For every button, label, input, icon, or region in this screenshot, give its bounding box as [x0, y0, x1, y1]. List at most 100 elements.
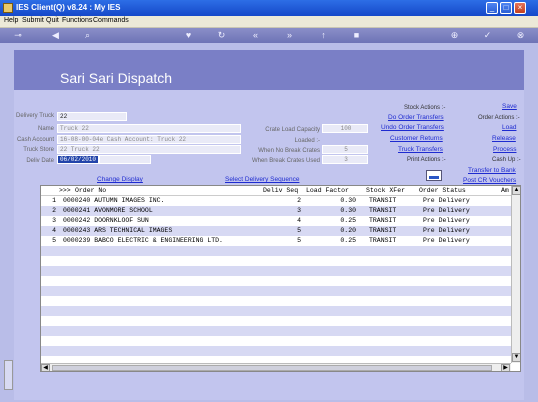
stop-icon[interactable]: ■	[351, 30, 362, 41]
menu-bar: Help Submit Quit Functions Commands	[0, 16, 538, 28]
row-number: 1	[52, 197, 56, 204]
row-number: 2	[52, 207, 56, 214]
horizontal-scrollbar[interactable]: ◀ ▶	[41, 363, 511, 371]
deliv-seq-cell: 3	[297, 207, 301, 214]
print-actions-header: Print Actions :-	[407, 157, 446, 163]
select-delivery-sequence-link[interactable]: Select Delivery Sequence	[225, 176, 299, 183]
print-icon[interactable]	[426, 170, 442, 181]
stock-xfer-cell: TRANSIT	[369, 237, 397, 244]
table-row[interactable]: 2 0000241 AVONMORE SCHOOL 3 0.30 TRANSIT…	[41, 206, 511, 216]
col-stock-xfer[interactable]: Stock XFer	[366, 187, 405, 194]
scroll-down-icon[interactable]: ▼	[512, 353, 520, 362]
orders-grid[interactable]: >>> Order No Deliv Seq Load Factor Stock…	[40, 185, 521, 372]
cash-account-label: Cash Account	[16, 137, 54, 143]
cash-up-header: Cash Up :-	[492, 157, 521, 163]
empty-row	[41, 246, 511, 256]
vertical-scrollbar[interactable]: ▲ ▼	[511, 186, 520, 363]
order-status-cell: Pre Delivery	[423, 217, 470, 224]
change-display-link[interactable]: Change Display	[97, 176, 143, 183]
name-field[interactable]: Truck 22	[57, 124, 241, 133]
key-icon[interactable]: ⊸	[8, 30, 28, 41]
scroll-left-icon[interactable]: ◀	[41, 364, 50, 371]
col-load-factor[interactable]: Load Factor	[306, 187, 349, 194]
scroll-up-icon[interactable]: ▲	[512, 186, 520, 195]
col-order-no[interactable]: Order No	[75, 187, 106, 194]
order-cell: 0000239 BABCO ELECTRIC & ENGINEERING LTD…	[63, 237, 223, 244]
deliv-seq-cell: 5	[297, 227, 301, 234]
menu-commands[interactable]: Commands	[93, 17, 129, 24]
deliv-date-extra	[99, 155, 151, 164]
deliv-seq-cell: 5	[297, 237, 301, 244]
load-factor-cell: 0.25	[340, 217, 356, 224]
transfer-to-bank-link[interactable]: Transfer to Bank	[468, 167, 516, 174]
release-link[interactable]: Release	[492, 135, 516, 142]
scroll-right-icon[interactable]: ▶	[501, 364, 510, 371]
deliv-seq-cell: 4	[297, 217, 301, 224]
left-margin	[0, 43, 14, 402]
order-status-cell: Pre Delivery	[423, 207, 470, 214]
refresh-icon[interactable]: ↻	[216, 30, 227, 41]
save-link[interactable]: Save	[502, 103, 517, 110]
col-deliv-seq[interactable]: Deliv Seq	[263, 187, 298, 194]
page-title: Sari Sari Dispatch	[60, 70, 173, 86]
delivery-truck-field[interactable]: 22	[57, 112, 127, 121]
load-factor-cell: 0.25	[340, 237, 356, 244]
table-row[interactable]: 5 0000239 BABCO ELECTRIC & ENGINEERING L…	[41, 236, 511, 246]
deliv-date-field[interactable]: 06/02/2010	[57, 155, 99, 164]
menu-functions[interactable]: Functions	[62, 17, 92, 24]
menu-help[interactable]: Help	[4, 17, 18, 24]
customer-returns-link[interactable]: Customer Returns	[390, 135, 443, 142]
table-row[interactable]: 3 0000242 DOORNKLOOF SUN 4 0.25 TRANSIT …	[41, 216, 511, 226]
truck-store-field[interactable]: 22 Truck 22	[57, 145, 241, 154]
page-banner: Sari Sari Dispatch	[14, 50, 524, 90]
up-icon[interactable]: ↑	[318, 30, 329, 41]
when-break-crates-used-field[interactable]: 3	[322, 155, 368, 164]
order-status-cell: Pre Delivery	[423, 227, 470, 234]
order-cell: 0000240 AUTUMN IMAGES INC.	[63, 197, 165, 204]
load-link[interactable]: Load	[502, 124, 516, 131]
empty-row	[41, 296, 511, 306]
add-icon[interactable]: ⊕	[449, 30, 460, 41]
stock-xfer-cell: TRANSIT	[369, 227, 397, 234]
order-cell: 0000242 DOORNKLOOF SUN	[63, 217, 149, 224]
search-icon[interactable]: ⌕	[82, 30, 93, 41]
deliv-seq-cell: 2	[297, 197, 301, 204]
do-order-transfers-link[interactable]: Do Order Transfers	[388, 114, 444, 121]
rewind-icon[interactable]: «	[250, 30, 261, 41]
undo-order-transfers-link[interactable]: Undo Order Transfers	[381, 124, 444, 131]
table-row[interactable]: 1 0000240 AUTUMN IMAGES INC. 2 0.30 TRAN…	[41, 196, 511, 206]
col-am[interactable]: Am	[501, 187, 509, 194]
window-title: IES Client(Q) v8.24 : My IES	[16, 3, 121, 12]
stock-xfer-cell: TRANSIT	[369, 217, 397, 224]
name-label: Name	[37, 126, 54, 132]
close-icon[interactable]: ⊗	[515, 30, 526, 41]
scroll-thumb[interactable]	[52, 365, 492, 371]
post-cr-vouchers-link[interactable]: Post CR Vouchers	[463, 177, 516, 184]
fast-forward-icon[interactable]: »	[284, 30, 295, 41]
menu-submit[interactable]: Submit	[22, 17, 44, 24]
crate-load-capacity-field[interactable]: 100	[322, 124, 368, 133]
when-no-break-crates-field[interactable]: 5	[322, 145, 368, 154]
right-margin	[524, 43, 538, 402]
cash-account-field[interactable]: 16-08-00-04e Cash Account: Truck 22	[57, 135, 241, 144]
process-link[interactable]: Process	[493, 146, 516, 153]
heart-icon[interactable]: ♥	[183, 30, 194, 41]
table-row[interactable]: 4 0000243 ARS TECHNICAL IMAGES 5 0.20 TR…	[41, 226, 511, 236]
empty-row	[41, 306, 511, 316]
close-window-button[interactable]: ×	[514, 2, 526, 14]
maximize-button[interactable]: □	[500, 2, 512, 14]
crate-load-capacity-label: Crate Load Capacity	[265, 127, 320, 133]
row-number: 4	[52, 227, 56, 234]
check-icon[interactable]: ✓	[482, 30, 493, 41]
empty-row	[41, 326, 511, 336]
side-tab[interactable]	[4, 360, 13, 390]
truck-transfers-link[interactable]: Truck Transfers	[398, 146, 443, 153]
arrow-left-icon[interactable]: ◀	[50, 30, 61, 41]
minimize-button[interactable]: _	[486, 2, 498, 14]
col-marker: >>>	[59, 187, 71, 194]
menu-quit[interactable]: Quit	[46, 17, 59, 24]
empty-row	[41, 336, 511, 346]
load-factor-cell: 0.20	[340, 227, 356, 234]
toolbar: ⊸ ◀ ⌕ ♥ ↻ « » ↑ ■ ⊕ ✓ ⊗	[0, 28, 538, 43]
col-order-status[interactable]: Order Status	[419, 187, 466, 194]
